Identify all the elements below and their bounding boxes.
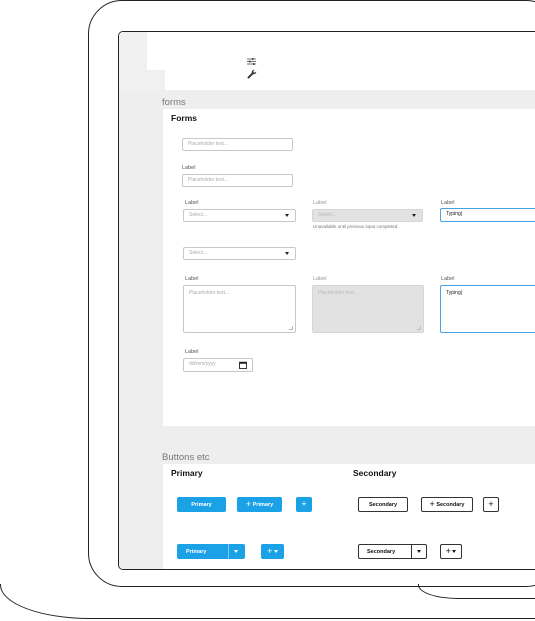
select-label: Label (185, 200, 199, 206)
typing-label: Label (441, 200, 455, 206)
chevron-down-icon[interactable] (417, 550, 421, 553)
active-textarea-label: Label (441, 276, 455, 282)
chevron-down-icon (452, 550, 457, 553)
active-text-input[interactable]: Typing| (440, 208, 535, 222)
button-label: Secondary (367, 548, 396, 555)
plus-icon: + (301, 499, 307, 509)
split-divider (411, 545, 412, 558)
plus-icon: + (267, 546, 273, 556)
sidebar (119, 90, 159, 569)
plain-text-input[interactable]: Placeholder text... (182, 138, 293, 151)
select-dropdown-unlabeled[interactable]: Select... (183, 247, 296, 260)
disabled-hint: Unavailable until previous input complet… (313, 224, 399, 229)
disabled-select-label: Label (313, 200, 327, 206)
plus-icon: + (245, 499, 252, 509)
textarea-placeholder: Placeholder text... (318, 290, 359, 296)
plus-icon: + (445, 546, 451, 556)
primary-title: Primary (171, 468, 203, 478)
textarea-value: Typing| (446, 290, 463, 296)
split-divider (228, 544, 229, 559)
laptop-notch (418, 584, 535, 599)
active-textarea[interactable]: Typing| (440, 285, 535, 333)
input-label: Label (182, 165, 196, 171)
laptop-screen: forms Forms Placeholder text... Label Pl… (118, 31, 535, 570)
calendar-icon[interactable] (239, 361, 247, 374)
select-value: Select... (189, 250, 208, 256)
top-bar-content (165, 32, 535, 90)
labeled-text-input[interactable]: Placeholder text... (182, 174, 293, 187)
textarea[interactable]: Placeholder text... (183, 285, 296, 333)
secondary-add-button[interactable]: + Secondary (421, 497, 473, 512)
chevron-down-icon (273, 550, 278, 553)
select-value: Select... (189, 212, 208, 218)
buttons-caption: Buttons etc (162, 452, 210, 463)
secondary-title: Secondary (353, 468, 397, 478)
select-value: Select... (318, 212, 337, 218)
plus-icon: + (429, 499, 435, 509)
buttons-panel: Primary Secondary Primary + Primary + Se… (163, 464, 535, 569)
select-dropdown[interactable]: Select... (183, 209, 296, 222)
primary-split-button[interactable]: Primary (177, 544, 245, 559)
date-label: Label (185, 349, 199, 355)
resize-handle-icon[interactable] (289, 326, 293, 330)
disabled-select-dropdown: Select... (312, 209, 423, 222)
wrench-icon[interactable] (247, 66, 257, 84)
chevron-down-icon (285, 214, 289, 217)
chevron-down-icon (285, 252, 289, 255)
date-input[interactable]: dd/mm/yyyy (183, 358, 253, 372)
secondary-split-button[interactable]: Secondary (358, 544, 427, 559)
primary-add-button[interactable]: + Primary (237, 497, 282, 512)
button-label: Secondary (436, 501, 465, 508)
disabled-textarea-label: Label (313, 276, 327, 282)
primary-add-menu-button[interactable]: + (261, 544, 284, 559)
button-label: Primary (186, 548, 207, 555)
button-label: Primary (252, 501, 274, 508)
secondary-plus-icon-button[interactable]: + (483, 497, 499, 512)
resize-handle-icon (417, 326, 421, 330)
secondary-button[interactable]: Secondary (358, 497, 408, 512)
chevron-down-icon (412, 214, 416, 217)
date-placeholder: dd/mm/yyyy (189, 361, 216, 367)
textarea-label: Label (185, 276, 199, 282)
forms-caption: forms (162, 97, 186, 108)
plus-icon: + (488, 499, 494, 509)
primary-plus-icon-button[interactable]: + (296, 497, 312, 512)
top-bar-tab (147, 32, 165, 70)
secondary-add-menu-button[interactable]: + (440, 544, 462, 559)
chevron-down-icon[interactable] (234, 550, 238, 553)
forms-panel: Forms Placeholder text... Label Placehol… (163, 109, 535, 426)
disabled-textarea: Placeholder text... (312, 285, 424, 333)
forms-title: Forms (171, 113, 197, 123)
textarea-placeholder: Placeholder text... (189, 290, 230, 296)
primary-button[interactable]: Primary (177, 497, 226, 512)
